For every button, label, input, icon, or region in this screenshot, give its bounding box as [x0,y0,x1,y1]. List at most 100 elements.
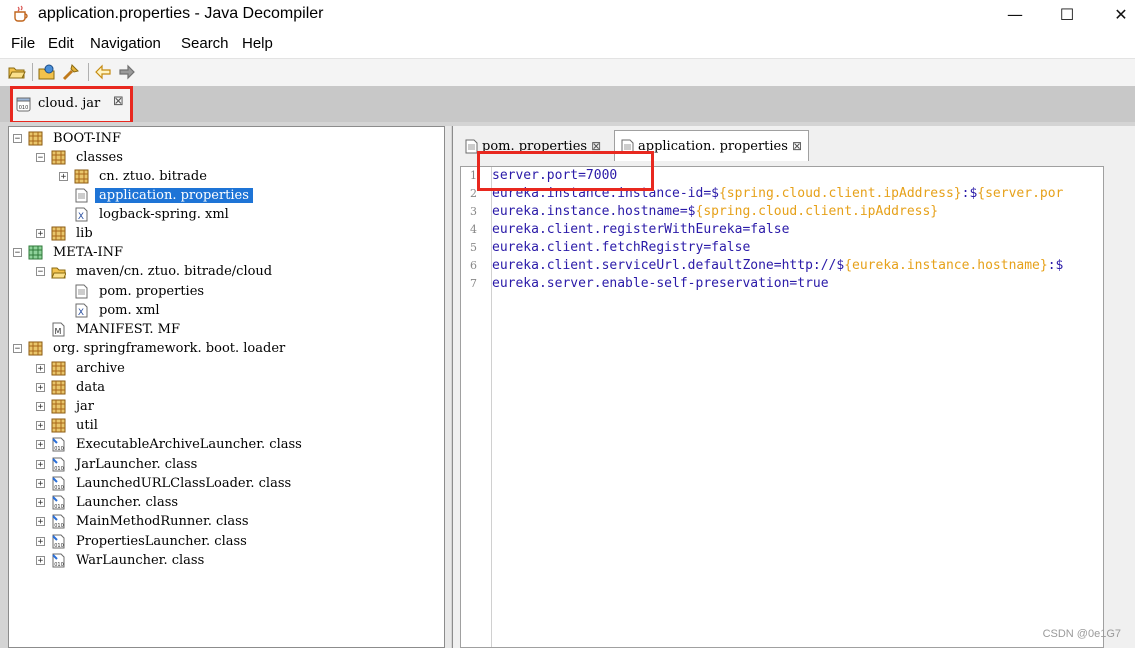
collapse-icon[interactable]: − [13,248,22,258]
expand-icon[interactable]: + [36,517,45,527]
tree-item-label: WarLauncher. class [76,553,205,568]
svg-text:010: 010 [54,523,64,529]
maximize-button[interactable]: ☐ [1044,0,1090,28]
tree-item-label: ExecutableArchiveLauncher. class [76,437,302,452]
code-key: eureka.client.serviceUrl.defaultZone=htt… [492,258,845,273]
code-line: eureka.instance.hostname=${spring.cloud.… [492,203,938,221]
tree-item[interactable]: + util [36,416,102,435]
highlight-box-jar-tab [10,86,133,124]
tree-item[interactable]: − META-INF [13,243,127,262]
tree-item[interactable]: + data [36,378,109,397]
back-arrow-icon[interactable] [94,63,112,81]
expand-icon[interactable]: + [36,460,45,470]
tree-item[interactable]: − maven/cn. ztuo. bitrade/cloud [36,262,276,281]
tree-item-label: logback-spring. xml [99,207,229,222]
tree-item[interactable]: − classes [36,148,127,167]
expand-icon[interactable]: + [36,383,45,393]
package-green-icon [28,245,43,260]
menu-help[interactable]: Help [242,35,273,52]
tree-item[interactable]: +010 JarLauncher. class [36,455,201,474]
tree-item[interactable]: application. properties [59,186,253,205]
svg-text:010: 010 [54,485,64,491]
tree-item-label: jar [76,399,94,414]
expand-icon[interactable]: + [36,556,45,566]
tree-item[interactable]: + lib [36,224,97,243]
class-file-icon: 010 [52,514,65,529]
tree-item-label: pom. properties [99,284,205,299]
close-button[interactable]: ✕ [1098,0,1135,28]
collapse-icon[interactable]: − [36,267,45,277]
text-file-icon [75,188,88,203]
menu-file[interactable]: File [11,35,35,52]
code-line: eureka.client.fetchRegistry=false [492,239,750,257]
toolbar-separator [88,63,89,81]
expand-icon[interactable]: + [36,479,45,489]
tree-item-label: lib [76,226,93,241]
code-line: eureka.server.enable-self-preservation=t… [492,275,829,293]
tree-item-label: LaunchedURLClassLoader. class [76,476,292,491]
tree-item[interactable]: Xlogback-spring. xml [59,205,233,224]
package-icon [28,131,43,146]
tree-item-label: archive [76,361,125,376]
code-placeholder: {spring.cloud.client.ipAddress} [718,186,962,201]
package-icon [51,380,66,395]
line-number: 6 [470,259,477,272]
expand-icon[interactable]: + [36,421,45,431]
menu-edit[interactable]: Edit [48,35,74,52]
package-icon [51,399,66,414]
tree-item[interactable]: +010 LaunchedURLClassLoader. class [36,474,295,493]
tree-item[interactable]: − BOOT-INF [13,129,125,148]
package-icon [51,418,66,433]
tree-item[interactable]: + cn. ztuo. bitrade [59,167,211,186]
expand-icon[interactable]: + [59,172,68,182]
code-placeholder: {eureka.instance.hostname} [844,258,1048,273]
tree-item[interactable]: +010 Launcher. class [36,493,182,512]
collapse-icon[interactable]: − [13,134,22,144]
expand-icon[interactable]: + [36,440,45,450]
collapse-icon[interactable]: − [13,344,22,354]
close-tab-icon[interactable]: ⊠ [792,139,802,153]
tree-item[interactable]: + archive [36,359,129,378]
code-editor[interactable]: 1234567 server.port=7000 eureka.instance.… [460,166,1104,648]
menu-navigation[interactable]: Navigation [90,35,161,52]
code-key: eureka.client.fetchRegistry= [492,240,712,255]
svg-text:010: 010 [54,562,64,568]
class-file-icon: 010 [52,457,65,472]
tree-item[interactable]: Xpom. xml [59,301,164,320]
tree-item[interactable]: +010 MainMethodRunner. class [36,512,253,531]
line-number: 3 [470,205,477,218]
open-folder-icon[interactable] [8,63,26,81]
expand-icon[interactable]: + [36,498,45,508]
vertical-scrollbar[interactable] [1104,166,1135,648]
package-icon [51,361,66,376]
forward-arrow-icon[interactable] [118,63,136,81]
expand-icon[interactable]: + [36,537,45,547]
tree-item-label: util [76,418,98,433]
tree-item-label: JarLauncher. class [76,457,198,472]
collapse-icon[interactable]: − [36,153,45,163]
menu-search[interactable]: Search [181,35,229,52]
tree-item-label: maven/cn. ztuo. bitrade/cloud [76,264,273,279]
tree-item[interactable]: pom. properties [59,282,208,301]
tree-item[interactable]: +010 WarLauncher. class [36,551,208,570]
open-type-icon[interactable] [38,63,56,81]
expand-icon[interactable]: + [36,364,45,374]
svg-text:X: X [78,308,84,318]
tree-item[interactable]: + jar [36,397,98,416]
tree-item[interactable]: − org. springframework. boot. loader [13,339,289,358]
code-placeholder: {spring.cloud.client.ipAddress} [695,204,939,219]
line-number: 2 [470,187,477,200]
svg-text:010: 010 [54,466,64,472]
expand-icon[interactable]: + [36,402,45,412]
tree-item[interactable]: +010 PropertiesLauncher. class [36,532,251,551]
tree-item-label: application. properties [95,188,253,203]
tree-item[interactable]: M MANIFEST. MF [36,320,184,339]
xml-file-icon: X [75,303,88,318]
minimize-button[interactable]: — [992,0,1038,28]
tree-item[interactable]: +010 ExecutableArchiveLauncher. class [36,435,306,454]
panel-splitter[interactable] [445,126,451,648]
tree-item-label: pom. xml [99,303,160,318]
expand-icon[interactable]: + [36,229,45,239]
code-key: eureka.instance.hostname=$ [492,204,696,219]
search-type-icon[interactable] [62,63,80,81]
